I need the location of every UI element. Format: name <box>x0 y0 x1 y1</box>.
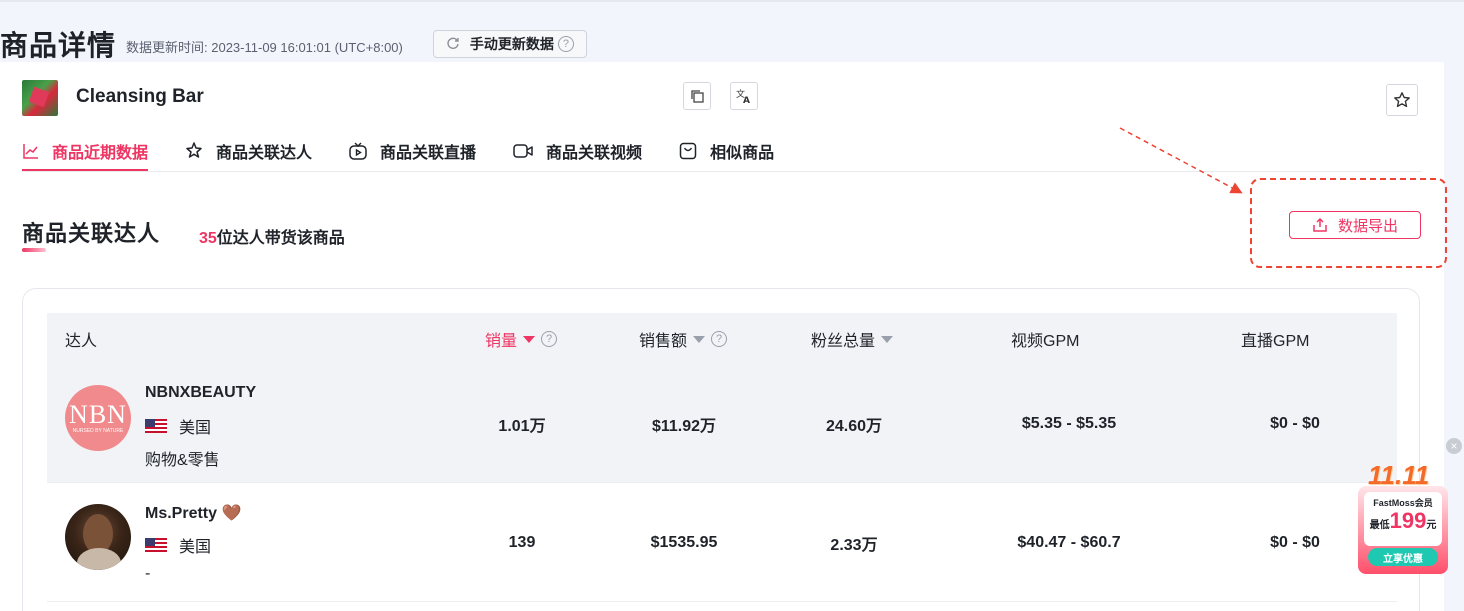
tab-related-creators-label: 商品关联达人 <box>216 145 313 162</box>
tab-similar-products-label: 相似商品 <box>710 145 775 162</box>
promo-card[interactable]: FastMoss会员 最低199元 立享优惠 <box>1358 486 1448 574</box>
product-card: Cleansing Bar 文A 商品近期数据 商品关联达人 商品关联直播 商品… <box>0 62 1447 611</box>
cell-live-gpm: $0 - $0 <box>1270 415 1320 432</box>
cell-followers: 2.33万 <box>830 537 878 554</box>
video-icon <box>513 144 533 158</box>
cell-sales: 1.01万 <box>498 418 546 435</box>
table-row[interactable]: NBN NURSED BY NATURE NBNXBEAUTY 美国 购物&零售… <box>47 365 1397 483</box>
section-title-underline <box>22 248 46 252</box>
creator-count-suffix: 位达人带货该商品 <box>216 230 345 247</box>
col-video-gpm: 视频GPM <box>1011 333 1080 350</box>
table-header: 达人 销量? 销售额? 粉丝总量 视频GPM 直播GPM <box>47 313 1397 365</box>
manual-refresh-button[interactable]: 手动更新数据 ? <box>432 30 587 58</box>
promo-widget[interactable]: 11.11 FastMoss会员 最低199元 立享优惠 <box>1350 446 1456 576</box>
creator-count: 35 <box>199 230 217 247</box>
col-sales[interactable]: 销量? <box>485 313 558 365</box>
cell-sales: 139 <box>508 534 536 551</box>
data-export-label: 数据导出 <box>1337 217 1398 235</box>
bag-icon <box>679 142 697 160</box>
translate-icon[interactable]: 文A <box>730 82 758 110</box>
copy-icon[interactable] <box>683 82 711 110</box>
creator-category: - <box>145 565 151 582</box>
avatar-logo-subtext: NURSED BY NATURE <box>72 428 124 434</box>
help-icon[interactable]: ? <box>541 331 558 347</box>
cell-live-gpm: $0 - $0 <box>1270 534 1320 551</box>
col-followers[interactable]: 粉丝总量 <box>811 313 894 365</box>
table-row[interactable]: Ms.Pretty 🤎 美国 - 139 $1535.95 2.33万 $40.… <box>47 484 1397 602</box>
manual-refresh-label: 手动更新数据 <box>469 36 554 52</box>
creator-country: 美国 <box>145 414 211 438</box>
promo-inner: FastMoss会员 最低199元 <box>1364 492 1442 546</box>
product-thumbnail[interactable] <box>22 80 58 116</box>
product-row: Cleansing Bar <box>22 80 1432 116</box>
tab-recent-data-label: 商品近期数据 <box>52 145 149 162</box>
tab-related-live-label: 商品关联直播 <box>380 145 477 162</box>
section-title: 商品关联达人 <box>22 221 161 246</box>
product-name: Cleansing Bar <box>76 86 204 107</box>
tab-related-videos-label: 商品关联视频 <box>546 145 643 162</box>
update-time: 数据更新时间: 2023-11-09 16:01:01 (UTC+8:00) <box>126 39 403 55</box>
help-icon[interactable]: ? <box>557 36 574 52</box>
tab-related-videos[interactable]: 商品关联视频 <box>512 132 642 170</box>
cell-video-gpm: $5.35 - $5.35 <box>1021 415 1117 432</box>
promo-cta-button[interactable]: 立享优惠 <box>1368 548 1438 566</box>
promo-price: 最低199元 <box>1369 508 1437 533</box>
sort-icon <box>693 335 706 343</box>
col-creator: 达人 <box>65 333 98 350</box>
col-revenue[interactable]: 销售额? <box>639 313 728 365</box>
top-strip <box>0 0 1464 2</box>
us-flag-icon <box>145 538 167 552</box>
sort-icon <box>881 335 894 343</box>
creators-table: 达人 销量? 销售额? 粉丝总量 视频GPM 直播GPM NBN NURSED … <box>22 288 1420 611</box>
tab-recent-data[interactable]: 商品近期数据 <box>22 132 149 171</box>
sort-desc-icon <box>523 335 536 343</box>
creator-country: 美国 <box>145 533 211 557</box>
data-export-button[interactable]: 数据导出 <box>1289 211 1421 239</box>
tab-similar-products[interactable]: 相似商品 <box>678 132 774 170</box>
creator-name[interactable]: Ms.Pretty 🤎 <box>145 503 241 523</box>
line-chart-icon <box>23 144 38 159</box>
avatar[interactable]: NBN NURSED BY NATURE <box>65 385 131 451</box>
live-icon <box>349 142 367 160</box>
col-live-gpm: 直播GPM <box>1241 333 1310 350</box>
annotation-arrow <box>1119 127 1243 194</box>
avatar[interactable] <box>65 504 131 570</box>
star-person-icon <box>186 142 202 158</box>
help-icon[interactable]: ? <box>711 331 728 347</box>
cell-video-gpm: $40.47 - $60.7 <box>1017 534 1121 551</box>
page-title: 商品详情 <box>0 30 117 61</box>
star-icon[interactable] <box>1386 84 1418 116</box>
creator-category: 购物&零售 <box>145 452 220 469</box>
tab-related-creators[interactable]: 商品关联达人 <box>184 132 312 170</box>
creator-count-summary: 35位达人带货该商品 <box>199 224 345 248</box>
upload-icon <box>1313 217 1327 232</box>
creator-name[interactable]: NBNXBEAUTY <box>145 384 256 402</box>
cell-revenue: $1535.95 <box>650 534 718 551</box>
avatar-logo-text: NBN <box>69 400 127 429</box>
page-header: 商品详情 数据更新时间: 2023-11-09 16:01:01 (UTC+8:… <box>0 24 587 64</box>
svg-text:A: A <box>743 96 750 105</box>
tab-related-live[interactable]: 商品关联直播 <box>348 132 476 170</box>
refresh-icon <box>446 36 460 53</box>
cell-followers: 24.60万 <box>825 418 883 435</box>
cell-revenue: $11.92万 <box>651 418 717 435</box>
us-flag-icon <box>145 419 167 433</box>
